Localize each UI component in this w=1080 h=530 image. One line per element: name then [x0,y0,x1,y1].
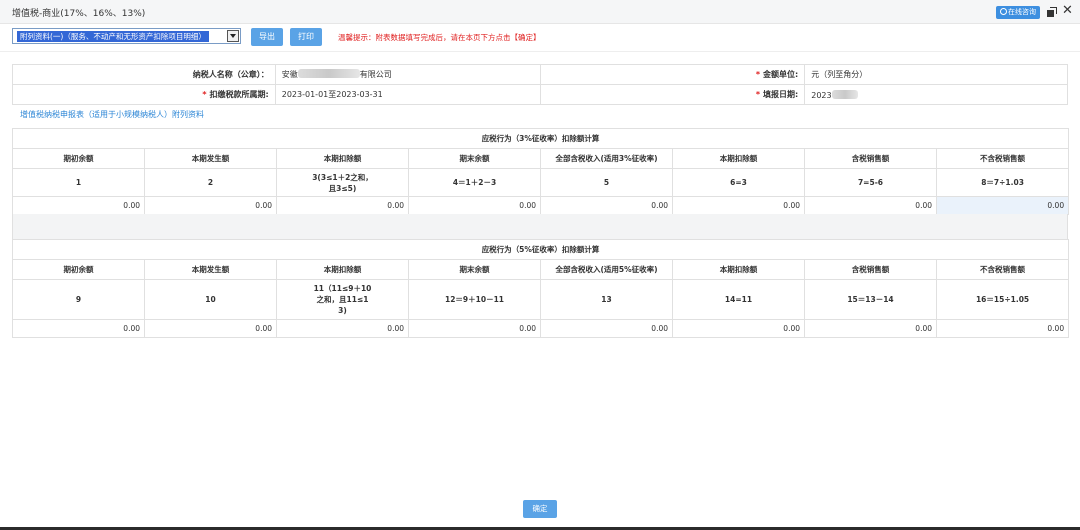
fill-date-label-text: 填报日期: [763,90,799,99]
tax-period-value: 2023-01-01至2023-03-31 [274,84,541,105]
title-bar: 增值税-商业(17%、16%、13%) 在线咨询 ✕ [0,0,1080,24]
chevron-down-icon[interactable] [227,30,239,42]
formula-cell: 13 [540,279,673,320]
formula-cell: 12＝9＋10－11 [408,279,541,320]
taxpayer-name-suffix: 有限公司 [359,70,392,79]
formula-cell: 2 [144,168,277,197]
amount-unit-label: * 金额单位: [539,64,806,85]
value-input[interactable]: 0.00 [540,319,673,338]
formula-cell: 8＝7÷1.03 [935,168,1070,197]
value-input[interactable]: 0.00 [804,319,937,338]
formula-cell: 4＝1＋2－3 [408,168,541,197]
column-header: 全部含税收入(适用3%征收率) [540,148,673,169]
column-header: 期初余额 [12,259,145,280]
taxpayer-name-label: 纳税人名称（公章）： [12,64,276,85]
required-mark: * [755,70,761,79]
section-separator [12,214,1068,239]
column-header: 本期扣除额 [276,148,409,169]
deduction-table-5pct: 应税行为（5%征收率）扣除额计算 期初余额 本期发生额 本期扣除额 期末余额 全… [11,239,1070,338]
value-input[interactable]: 0.00 [935,196,1070,215]
deduction-table-3pct: 应税行为（3%征收率）扣除额计算 期初余额 本期发生额 本期扣除额 期末余额 全… [11,128,1070,215]
table-caption: 应税行为（3%征收率）扣除额计算 [11,128,1070,149]
fill-date-value: 2023 [804,84,1068,105]
column-header: 含税销售额 [804,259,937,280]
hint-text: 温馨提示：附表数据填写完成后，请在本页下方点击【确定】 [338,33,541,42]
tax-period-label: * 扣缴税款所属期: [12,84,276,105]
value-input[interactable]: 0.00 [276,196,409,215]
column-header: 不含税销售额 [935,259,1070,280]
taxpayer-name-value: 安徽 有限公司 [274,64,541,85]
value-input[interactable]: 0.00 [804,196,937,215]
column-header: 含税销售额 [804,148,937,169]
fill-date-text: 2023 [811,90,832,100]
confirm-button[interactable]: 确定 [523,500,557,518]
formula-cell: 15＝13－14 [804,279,937,320]
formula-cell: 10 [144,279,277,320]
formula-cell: 5 [540,168,673,197]
export-button[interactable]: 导出 [251,28,283,46]
formula-cell: 9 [12,279,145,320]
value-input[interactable]: 0.00 [144,196,277,215]
value-input[interactable]: 0.00 [540,196,673,215]
redacted-text [831,89,858,99]
value-input[interactable]: 0.00 [408,319,541,338]
formula-cell: 3(3≤1＋2之和， 且3≤5) [276,168,409,197]
column-header: 期初余额 [12,148,145,169]
value-input[interactable]: 0.00 [935,319,1070,338]
column-header: 本期发生额 [144,148,277,169]
taxpayer-name-prefix: 安徽 [281,70,298,79]
formula-cell: 11（11≤9＋10 之和，且11≤1 3) [276,279,409,320]
formula-cell: 1 [12,168,145,197]
value-input[interactable]: 0.00 [408,196,541,215]
formula-cell: 6=3 [672,168,805,197]
amount-unit-label-text: 金额单位: [763,70,799,79]
value-input[interactable]: 0.00 [672,196,805,215]
online-consult-button[interactable]: 在线咨询 [996,6,1040,19]
formula-cell: 16＝15÷1.05 [935,279,1070,320]
print-button[interactable]: 打印 [290,28,322,46]
fill-date-label: * 填报日期: [539,84,806,105]
section-title[interactable]: 增值税纳税申报表（适用于小规模纳税人）附列资料 [20,109,204,120]
column-header: 本期发生额 [144,259,277,280]
table-caption: 应税行为（5%征收率）扣除额计算 [11,239,1070,260]
required-mark: * [202,90,207,99]
column-header: 本期扣除额 [672,259,805,280]
close-icon[interactable]: ✕ [1062,4,1073,18]
column-header: 本期扣除额 [672,148,805,169]
column-header: 不含税销售额 [935,148,1070,169]
headset-icon [1000,8,1007,15]
column-header: 期末余额 [408,259,541,280]
schedule-select[interactable]: 附列资料(一)（服务、不动产和无形资产扣除项目明细） [12,28,241,44]
toolbar: 附列资料(一)（服务、不动产和无形资产扣除项目明细） 导出 打印 温馨提示：附表… [0,24,1080,52]
redacted-text [297,69,360,78]
taxpayer-info-table: 纳税人名称（公章）： 安徽 有限公司 * 金额单位: 元（列至角分） * 扣缴税款所属… [12,64,1068,105]
column-header: 本期扣除额 [276,259,409,280]
schedule-select-value: 附列资料(一)（服务、不动产和无形资产扣除项目明细） [17,31,209,42]
restore-window-icon[interactable] [1047,7,1057,17]
tax-period-label-text: 扣缴税款所属期: [209,90,269,99]
value-input[interactable]: 0.00 [672,319,805,338]
formula-cell: 7=5-6 [804,168,937,197]
value-input[interactable]: 0.00 [144,319,277,338]
formula-cell: 14=11 [672,279,805,320]
online-consult-label: 在线咨询 [1008,8,1036,16]
value-input[interactable]: 0.00 [12,319,145,338]
required-mark: * [755,90,761,99]
value-input[interactable]: 0.00 [276,319,409,338]
window-title: 增值税-商业(17%、16%、13%) [12,9,146,19]
column-header: 期末余额 [408,148,541,169]
value-input[interactable]: 0.00 [12,196,145,215]
column-header: 全部含税收入(适用5%征收率) [540,259,673,280]
amount-unit-value: 元（列至角分） [804,64,1068,85]
